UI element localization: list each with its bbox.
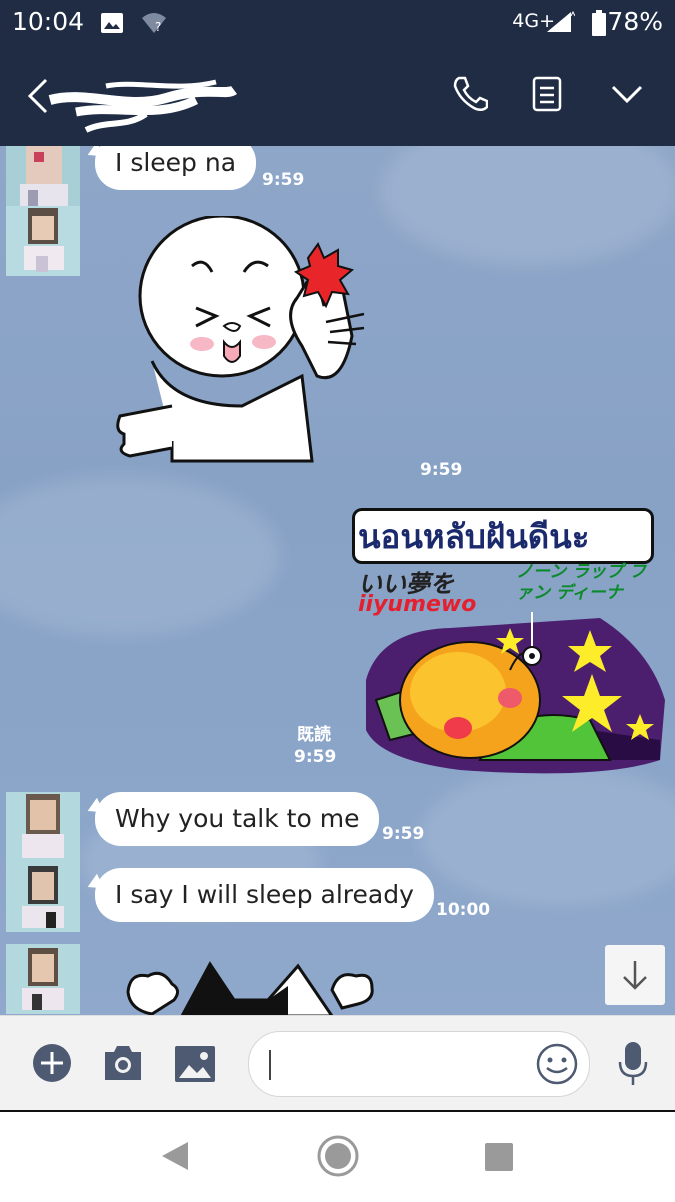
cat-sticker[interactable] bbox=[118, 956, 378, 1015]
system-nav-bar bbox=[0, 1110, 675, 1202]
signal-icon bbox=[547, 10, 575, 32]
message-time: 10:00 bbox=[436, 900, 491, 920]
svg-text:?: ? bbox=[155, 20, 161, 34]
notes-icon[interactable] bbox=[532, 74, 562, 114]
message-time: 9:59 bbox=[262, 170, 305, 190]
chat-header bbox=[0, 46, 675, 146]
camera-icon[interactable] bbox=[102, 1044, 144, 1082]
input-bar bbox=[0, 1015, 675, 1111]
battery-percent: 78% bbox=[607, 7, 663, 36]
recents-nav-icon[interactable] bbox=[484, 1142, 514, 1172]
message-time: 9:59 bbox=[294, 747, 337, 767]
message-input[interactable] bbox=[248, 1031, 590, 1097]
redacted-contact-name bbox=[48, 79, 237, 133]
sticker-kana-text: ノーン ラップ ファン ディーナ bbox=[516, 562, 646, 603]
microphone-icon[interactable] bbox=[616, 1040, 650, 1088]
message-bubble[interactable]: I sleep na bbox=[95, 146, 257, 190]
read-receipt: 既読 bbox=[297, 725, 331, 745]
wifi-unknown-icon: ? bbox=[142, 13, 166, 34]
phone-icon[interactable] bbox=[452, 74, 488, 114]
message-time: 9:59 bbox=[382, 824, 425, 844]
message-bubble[interactable]: Why you talk to me bbox=[95, 792, 380, 846]
chevron-down-icon[interactable] bbox=[610, 84, 644, 106]
avatar[interactable] bbox=[6, 206, 80, 276]
text-caret bbox=[269, 1050, 271, 1080]
home-nav-icon[interactable] bbox=[316, 1134, 360, 1178]
message-time: 9:59 bbox=[420, 460, 463, 480]
message-bubble[interactable]: I say I will sleep already bbox=[95, 868, 434, 922]
avatar[interactable] bbox=[6, 862, 80, 932]
scroll-to-bottom-button[interactable] bbox=[605, 945, 665, 1005]
arrow-down-icon bbox=[623, 961, 647, 990]
avatar[interactable] bbox=[6, 146, 80, 210]
image-notification-icon bbox=[101, 13, 123, 33]
gallery-icon[interactable] bbox=[174, 1045, 216, 1083]
battery-icon bbox=[592, 10, 606, 36]
status-bar: 10:04 ? 4G+ 78% bbox=[0, 0, 675, 46]
sticker-thai-text: นอนหลับฝันดีนะ bbox=[358, 517, 590, 556]
avatar[interactable] bbox=[6, 792, 80, 862]
plus-icon[interactable] bbox=[32, 1043, 72, 1083]
clock: 10:04 bbox=[12, 7, 85, 36]
avatar[interactable] bbox=[6, 944, 80, 1014]
emoji-icon[interactable] bbox=[535, 1042, 579, 1086]
chat-area[interactable]: I sleep na 9:59 9:59 นอนหลับฝันดีนะ いい夢を… bbox=[0, 146, 675, 1015]
back-nav-icon[interactable] bbox=[160, 1140, 190, 1172]
face-sticker[interactable] bbox=[112, 216, 372, 466]
goodnight-sticker[interactable]: นอนหลับฝันดีนะ いい夢を iiyumewo ノーン ラップ ファン… bbox=[350, 506, 665, 776]
